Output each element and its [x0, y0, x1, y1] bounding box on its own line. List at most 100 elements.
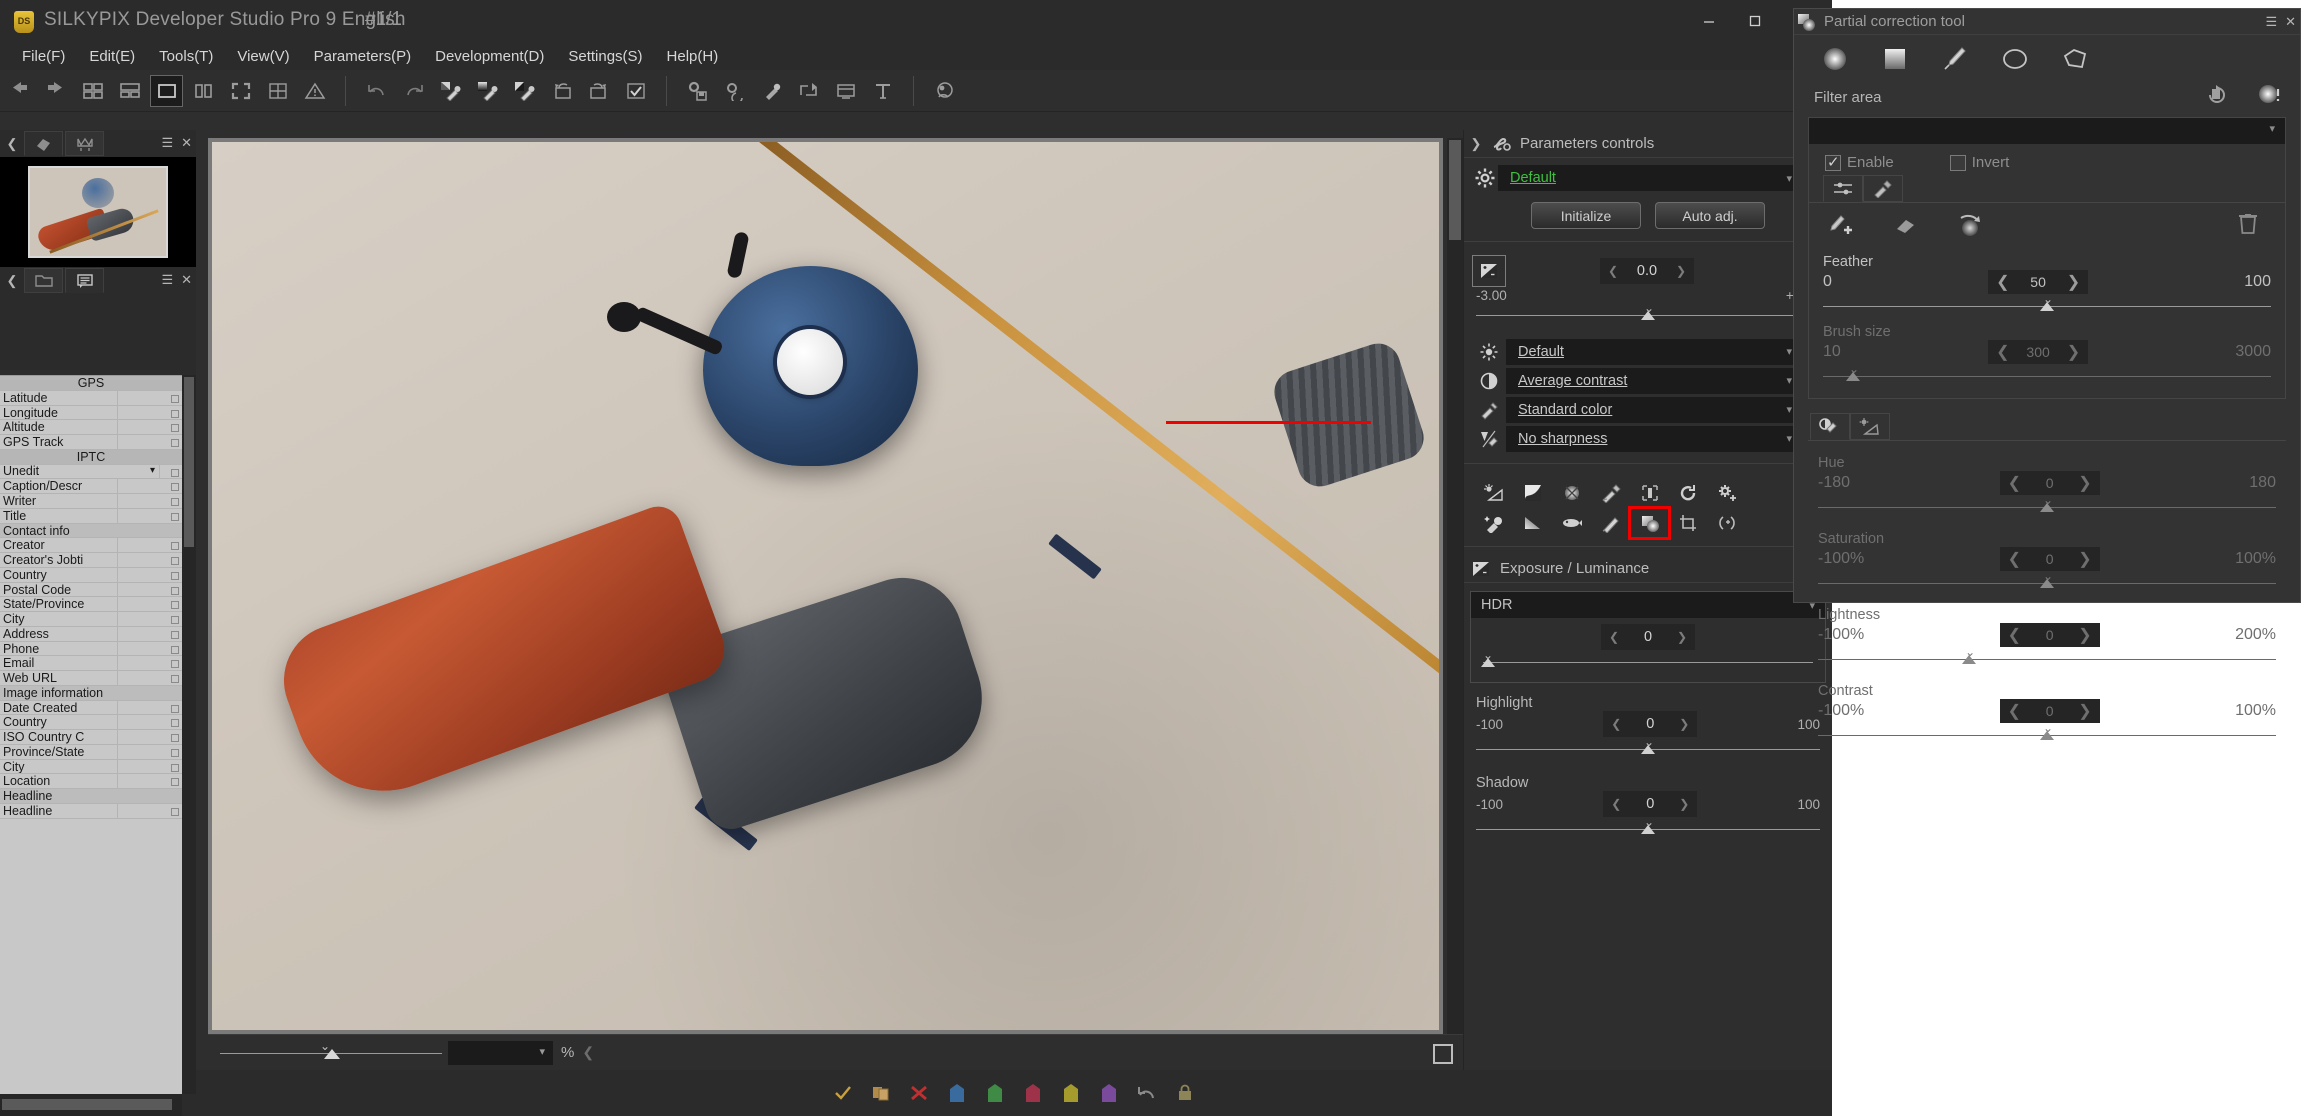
- hue-slider-handle[interactable]: [2040, 503, 2054, 512]
- saturation-value-field[interactable]: ❮ 0 ❯: [1999, 547, 2100, 571]
- metadata-row[interactable]: Phone: [0, 641, 182, 657]
- black-point-picker-icon[interactable]: [508, 75, 541, 107]
- preview-image[interactable]: [212, 142, 1439, 1030]
- metadata-row[interactable]: City: [0, 612, 182, 627]
- highlight-decrease-icon[interactable]: ❮: [1611, 717, 1621, 731]
- tag-red-icon[interactable]: [1022, 1082, 1044, 1104]
- menu-tools[interactable]: Tools(T): [147, 45, 225, 68]
- thumbnail-item[interactable]: [28, 166, 168, 258]
- collapse-metadata-icon[interactable]: ❮: [0, 273, 24, 289]
- metadata-row[interactable]: Address: [0, 626, 182, 642]
- metadata-value[interactable]: [118, 568, 182, 582]
- delete-icon[interactable]: [2237, 211, 2259, 240]
- metadata-row[interactable]: ISO Country C: [0, 730, 182, 745]
- metadata-row[interactable]: Creator's Jobti: [0, 553, 182, 568]
- gradation-icon[interactable]: [1513, 508, 1552, 538]
- metadata-value[interactable]: [118, 509, 182, 523]
- rotate-right-icon[interactable]: [582, 75, 615, 107]
- check-mark-icon[interactable]: [832, 1082, 854, 1104]
- highlight-slider[interactable]: ⌄: [1476, 735, 1820, 761]
- lightness-decrease-icon[interactable]: ❮: [2008, 625, 2021, 645]
- refresh-icon[interactable]: [718, 75, 751, 107]
- metadata-value[interactable]: [118, 420, 182, 434]
- contrast-combo[interactable]: Average contrast: [1506, 367, 1802, 394]
- menu-development[interactable]: Development(D): [423, 45, 556, 68]
- tone-curve-tool-icon[interactable]: [1474, 478, 1513, 508]
- brush-refresh-icon[interactable]: [1955, 213, 1985, 244]
- initialize-button[interactable]: Initialize: [1531, 202, 1641, 229]
- metadata-row[interactable]: Writer: [0, 494, 182, 509]
- metadata-row[interactable]: Latitude: [0, 390, 182, 406]
- metadata-row[interactable]: Postal Code: [0, 582, 182, 598]
- feather-slider[interactable]: ⌄: [1823, 292, 2271, 316]
- ellipse-icon[interactable]: [1998, 45, 2032, 73]
- color-combo[interactable]: Standard color: [1506, 396, 1802, 423]
- rotate-left-icon[interactable]: [545, 75, 578, 107]
- single-view-icon[interactable]: [150, 74, 183, 107]
- sliders-tab[interactable]: [1823, 175, 1863, 202]
- enable-checkbox-group[interactable]: Enable: [1825, 153, 1894, 171]
- metadata-value[interactable]: [118, 406, 182, 420]
- feather-increase-icon[interactable]: ❯: [2067, 272, 2080, 292]
- metadata-value[interactable]: [118, 656, 182, 670]
- brush-size-decrease-icon[interactable]: ❮: [1996, 342, 2009, 362]
- lightness-slider[interactable]: ⌄: [1818, 645, 2276, 669]
- minimize-button[interactable]: [1686, 6, 1732, 36]
- metadata-value[interactable]: [118, 435, 182, 449]
- menu-help[interactable]: Help(H): [655, 45, 731, 68]
- metadata-value[interactable]: [118, 715, 182, 729]
- exposure-value-field[interactable]: ❮ 0.0 ❯: [1600, 258, 1694, 284]
- metadata-row[interactable]: Date Created: [0, 700, 182, 716]
- tag-green-icon[interactable]: [984, 1082, 1006, 1104]
- saturation-increase-icon[interactable]: ❯: [2078, 549, 2091, 569]
- noise-reduction-icon[interactable]: [1630, 478, 1669, 508]
- metadata-menu-icon[interactable]: ☰: [161, 272, 173, 288]
- brush-icon[interactable]: [1938, 45, 1972, 73]
- panel-close-icon[interactable]: ✕: [181, 135, 192, 151]
- feather-value-field[interactable]: ❮ 50 ❯: [1988, 270, 2089, 294]
- saturation-slider-handle[interactable]: [2040, 579, 2054, 588]
- scrollbar-thumb[interactable]: [184, 377, 194, 547]
- metadata-row[interactable]: Headline: [0, 803, 182, 819]
- feather-decrease-icon[interactable]: ❮: [1996, 272, 2009, 292]
- highlight-value-field[interactable]: ❮ 0 ❯: [1603, 711, 1698, 737]
- lock-icon[interactable]: [1174, 1082, 1196, 1104]
- metadata-row[interactable]: Altitude: [0, 420, 182, 435]
- hdr-decrease-icon[interactable]: ❮: [1609, 630, 1619, 644]
- highlight-increase-icon[interactable]: ❯: [1679, 717, 1689, 731]
- color-adjust-icon[interactable]: [1591, 478, 1630, 508]
- brush-size-increase-icon[interactable]: ❯: [2067, 342, 2080, 362]
- metadata-value[interactable]: [118, 612, 182, 626]
- redo-icon[interactable]: [397, 75, 430, 107]
- tone-curve-icon[interactable]: [1513, 478, 1552, 508]
- metadata-row[interactable]: Unedit ▾: [0, 464, 182, 480]
- metadata-row[interactable]: Caption/Descr: [0, 479, 182, 494]
- shadow-decrease-icon[interactable]: ❮: [1611, 797, 1621, 811]
- eyedropper-icon[interactable]: [755, 75, 788, 107]
- settings-save-icon[interactable]: [681, 75, 714, 107]
- metadata-list[interactable]: GPS Latitude Longitude Altitude GPS Track IPT…: [0, 375, 182, 1094]
- zoom-value-input[interactable]: [448, 1040, 553, 1065]
- invert-checkbox[interactable]: [1949, 154, 1966, 171]
- list-view-icon[interactable]: [113, 75, 146, 107]
- image-vertical-scrollbar[interactable]: [1447, 138, 1463, 1034]
- menu-settings[interactable]: Settings(S): [556, 45, 654, 68]
- filter-area-combo[interactable]: [1809, 118, 2285, 144]
- compare-view-icon[interactable]: [187, 75, 220, 107]
- auto-adjust-button[interactable]: Auto adj.: [1655, 202, 1765, 229]
- metadata-value[interactable]: [118, 642, 182, 656]
- copy-icon[interactable]: [870, 1082, 892, 1104]
- color-tab[interactable]: [1863, 175, 1903, 202]
- lens-aberration-icon[interactable]: [1552, 508, 1591, 538]
- panel-menu-icon[interactable]: ☰: [161, 135, 173, 151]
- warning-icon[interactable]: [298, 75, 331, 107]
- brush-add-icon[interactable]: [1827, 213, 1857, 244]
- metadata-tab[interactable]: [65, 268, 104, 293]
- metadata-close-icon[interactable]: ✕: [181, 272, 192, 288]
- undo-tag-icon[interactable]: [1136, 1082, 1158, 1104]
- metadata-value[interactable]: [118, 774, 182, 788]
- expand-parameters-icon[interactable]: ❯: [1464, 136, 1488, 152]
- partial-correction-close-icon[interactable]: ✕: [2285, 14, 2296, 30]
- folder-tab[interactable]: [24, 268, 63, 293]
- lightness-slider-handle[interactable]: [1962, 655, 1977, 664]
